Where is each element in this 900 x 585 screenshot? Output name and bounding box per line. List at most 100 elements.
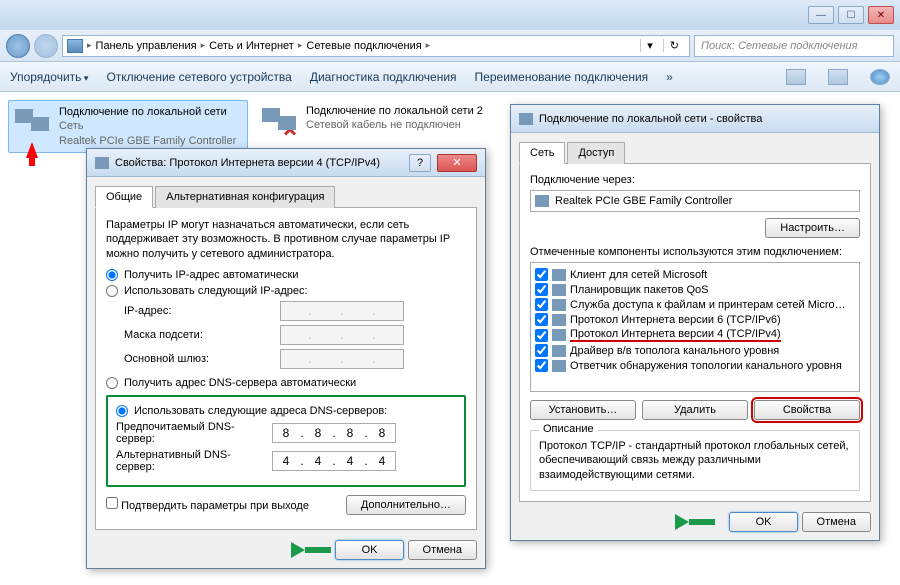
alt-dns-label: Альтернативный DNS-сервер: (116, 449, 266, 473)
confirm-exit-label: Подтвердить параметры при выходе (121, 500, 309, 512)
diagnose-button[interactable]: Диагностика подключения (310, 70, 457, 84)
address-bar: ▸ Панель управления ▸ Сеть и Интернет ▸ … (0, 30, 900, 62)
list-item[interactable]: Клиент для сетей Microsoft (535, 267, 855, 282)
annotation-arrow-green (649, 514, 689, 530)
ip-input: ... (280, 301, 404, 321)
tab-general[interactable]: Общие (95, 186, 153, 208)
annotation-arrow-green (265, 542, 305, 558)
explorer-toolbar: Упорядочить Отключение сетевого устройст… (0, 62, 900, 92)
manual-dns-label: Использовать следующие адреса DNS-сервер… (134, 405, 387, 417)
network-icon (13, 105, 53, 141)
crumb-network-internet[interactable]: Сеть и Интернет (209, 40, 294, 52)
list-item[interactable]: Протокол Интернета версии 6 (TCP/IPv6) (535, 312, 855, 327)
minimize-button[interactable]: — (808, 6, 834, 24)
configure-button[interactable]: Настроить… (765, 218, 860, 238)
ok-button[interactable]: OK (335, 540, 405, 560)
rename-button[interactable]: Переименование подключения (475, 70, 649, 84)
manual-ip-label: Использовать следующий IP-адрес: (124, 285, 308, 297)
dns-group-highlight: Использовать следующие адреса DNS-сервер… (106, 395, 466, 487)
adapter-name: Realtek PCIe GBE Family Controller (555, 195, 732, 207)
ok-button[interactable]: OK (729, 512, 799, 532)
tab-alt-config[interactable]: Альтернативная конфигурация (155, 186, 335, 208)
properties-button[interactable]: Свойства (754, 400, 860, 420)
forward-button[interactable] (34, 34, 58, 58)
component-checkbox[interactable] (535, 329, 548, 342)
component-icon (552, 269, 566, 281)
annotation-arrow-red (20, 142, 44, 162)
pref-dns-input[interactable]: 8.8.8.8 (272, 423, 396, 443)
cancel-button[interactable]: Отмена (802, 512, 871, 532)
maximize-button[interactable]: ☐ (838, 6, 864, 24)
component-icon (552, 360, 566, 372)
alt-dns-input[interactable]: 4.4.4.4 (272, 451, 396, 471)
remove-button[interactable]: Удалить (642, 400, 748, 420)
crumb-control-panel[interactable]: Панель управления (96, 40, 197, 52)
close-window-button[interactable]: ✕ (868, 6, 894, 24)
window-titlebar: — ☐ ✕ (0, 0, 900, 30)
help-button[interactable]: ? (409, 154, 431, 172)
confirm-exit-checkbox[interactable] (106, 497, 118, 509)
tab-access[interactable]: Доступ (567, 142, 625, 164)
connection-status: Сетевой кабель не подключен (306, 118, 483, 132)
disconnected-icon (282, 122, 298, 138)
manual-ip-radio[interactable] (106, 285, 118, 297)
connection-item-lan1[interactable]: Подключение по локальной сети Сеть Realt… (8, 100, 248, 153)
list-item[interactable]: Протокол Интернета версии 4 (TCP/IPv4) (535, 327, 855, 343)
components-list[interactable]: Клиент для сетей Microsoft Планировщик п… (530, 262, 860, 392)
component-icon (552, 345, 566, 357)
intro-text: Параметры IP могут назначаться автоматич… (106, 218, 466, 261)
advanced-button[interactable]: Дополнительно… (346, 495, 466, 515)
component-checkbox[interactable] (535, 268, 548, 281)
dialog-title: Подключение по локальной сети - свойства (539, 113, 871, 125)
list-item[interactable]: Служба доступа к файлам и принтерам сете… (535, 297, 855, 312)
desc-text: Протокол TCP/IP - стандартный протокол г… (539, 439, 851, 482)
ipv4-properties-dialog: Свойства: Протокол Интернета версии 4 (T… (86, 148, 486, 569)
manual-dns-radio[interactable] (116, 405, 128, 417)
dialog-icon (95, 157, 109, 169)
tabs: Общие Альтернативная конфигурация (95, 185, 477, 208)
disable-device-button[interactable]: Отключение сетевого устройства (106, 70, 291, 84)
component-checkbox[interactable] (535, 298, 548, 311)
help-button[interactable] (870, 69, 890, 85)
adapter-field: Realtek PCIe GBE Family Controller (530, 190, 860, 212)
auto-dns-radio[interactable] (106, 377, 118, 389)
component-checkbox[interactable] (535, 344, 548, 357)
list-item[interactable]: Драйвер в/в тополога канального уровня (535, 343, 855, 358)
tab-network[interactable]: Сеть (519, 142, 565, 164)
auto-ip-radio[interactable] (106, 269, 118, 281)
preview-pane-button[interactable] (828, 69, 848, 85)
list-item[interactable]: Планировщик пакетов QoS (535, 282, 855, 297)
connection-adapter: Realtek PCIe GBE Family Controller (59, 134, 236, 148)
connection-title: Подключение по локальной сети 2 (306, 104, 483, 118)
desc-label: Описание (539, 423, 598, 435)
component-checkbox[interactable] (535, 313, 548, 326)
connection-properties-dialog: Подключение по локальной сети - свойства… (510, 104, 880, 541)
component-icon (552, 314, 566, 326)
network-icon (260, 104, 300, 140)
list-item[interactable]: Ответчик обнаружения топологии канальног… (535, 358, 855, 373)
back-button[interactable] (6, 34, 30, 58)
connection-item-lan2[interactable]: Подключение по локальной сети 2 Сетевой … (256, 100, 496, 153)
auto-dns-label: Получить адрес DNS-сервера автоматически (124, 377, 356, 389)
cancel-button[interactable]: Отмена (408, 540, 477, 560)
breadcrumb[interactable]: ▸ Панель управления ▸ Сеть и Интернет ▸ … (62, 35, 690, 57)
gateway-label: Основной шлюз: (124, 353, 274, 365)
close-button[interactable]: ✕ (437, 154, 477, 172)
organize-menu[interactable]: Упорядочить (10, 70, 88, 84)
connect-via-label: Подключение через: (530, 174, 860, 186)
ipv4-component-highlighted: Протокол Интернета версии 4 (TCP/IPv4) (570, 328, 781, 342)
ip-label: IP-адрес: (124, 305, 274, 317)
search-input[interactable]: Поиск: Сетевые подключения (694, 35, 894, 57)
crumb-network-connections[interactable]: Сетевые подключения (306, 40, 421, 52)
component-icon (552, 284, 566, 296)
folder-icon (67, 39, 83, 53)
component-icon (552, 329, 566, 341)
view-options-button[interactable] (786, 69, 806, 85)
component-checkbox[interactable] (535, 359, 548, 372)
pref-dns-label: Предпочитаемый DNS-сервер: (116, 421, 266, 445)
install-button[interactable]: Установить… (530, 400, 636, 420)
component-icon (552, 299, 566, 311)
gateway-input: ... (280, 349, 404, 369)
dialog-icon (519, 113, 533, 125)
component-checkbox[interactable] (535, 283, 548, 296)
